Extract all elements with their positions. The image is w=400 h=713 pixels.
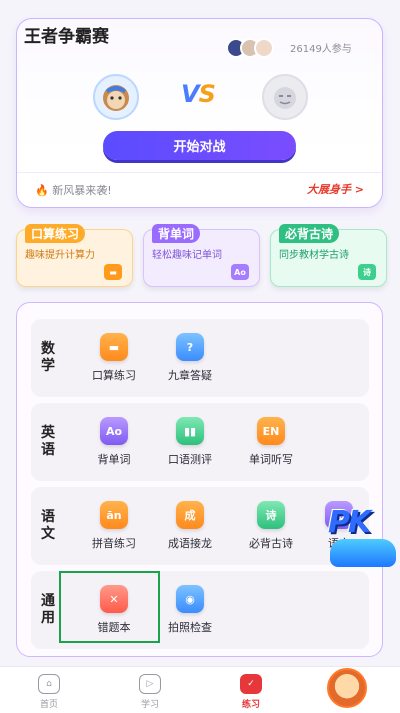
tab-practice[interactable]: ✓ 练习 [221,674,281,710]
ticker: 🔥 新风暴来袭! [35,182,112,198]
vs-s: S [198,80,216,108]
robot-face-icon [274,87,296,109]
subject-row-math: 数学 ▬ 口算练习 ? 九章答疑 [31,319,369,397]
idiom-scroll-icon: 成 [176,501,204,529]
selection-highlight [59,571,160,643]
fire-icon: 🔥 [35,184,49,197]
player-avatar [93,74,139,120]
calc-icon: ▬ [104,264,122,280]
pk-floating-badge[interactable]: PK [326,505,400,573]
question-icon: ? [176,333,204,361]
tool-label: 单词听写 [249,453,293,466]
poem-icon: 诗 [257,501,285,529]
tool-label: 背单词 [97,453,131,466]
feature-card-oral-math[interactable]: 口算练习 趣味提升计算力 ▬ [16,224,133,287]
tool-idiom[interactable]: 成 成语接龙 [155,501,225,551]
subject-label: 通用 [41,593,55,626]
vs-label: VS [181,80,216,108]
tool-pinyin[interactable]: ān 拼音练习 [79,501,149,551]
tab-label: 学习 [140,700,159,710]
play-icon: ▷ [139,674,161,694]
feature-card-vocab[interactable]: 背单词 轻松趣味记单词 Ao [143,224,260,287]
ticker-row[interactable]: 🔥 新风暴来袭! 大展身手 > [17,172,382,204]
participant-count: 26149人参与 [290,44,352,55]
monkey-icon [103,85,129,111]
opponent-avatar [262,74,308,120]
calc-icon: ▬ [100,333,128,361]
subject-label: 数学 [41,341,55,374]
tool-poems[interactable]: 诗 必背古诗 [236,501,306,551]
home-icon: ⌂ [38,674,60,694]
feature-card-poems[interactable]: 必背古诗 同步教材学古诗 诗 [270,224,387,287]
tool-dictation[interactable]: EN 单词听写 [236,417,306,467]
tool-label: 成语接龙 [168,537,212,550]
race-car-icon [330,539,396,567]
book-ao-icon: Ao [231,264,249,280]
tool-photo-check[interactable]: ◉ 拍照检查 [155,585,225,635]
tool-vocab[interactable]: Ao 背单词 [79,417,149,467]
tool-label: 口语测评 [168,453,212,466]
subject-label: 语文 [41,509,55,542]
tool-label: 必背古诗 [249,537,293,550]
tab-home[interactable]: ⌂ 首页 [19,674,79,710]
tool-label: 拼音练习 [92,537,136,550]
tool-qa[interactable]: ? 九章答疑 [155,333,225,383]
feature-title: 必背古诗 [279,224,340,243]
en-card-icon: EN [257,417,285,445]
pk-badge-text: PK [328,505,371,540]
subject-row-chinese: 语文 ān 拼音练习 成 成语接龙 诗 必背古诗 文 语文 [31,487,369,565]
feature-subtitle: 轻松趣味记单词 [152,250,222,261]
tool-label: 口算练习 [92,369,136,382]
tool-label: 九章答疑 [168,369,212,382]
feature-title: 口算练习 [25,224,86,243]
subject-label: 英语 [41,425,55,458]
tool-label: 拍照检查 [168,621,212,634]
poem-icon: 诗 [358,264,376,280]
participant-avatars [226,38,274,58]
pinyin-icon: ān [100,501,128,529]
ticker-text: 新风暴来袭! [52,184,112,197]
tab-label: 首页 [39,700,58,710]
feature-title: 背单词 [152,224,201,243]
vs-v: V [181,80,200,108]
book-ao-icon: Ao [100,417,128,445]
avatar [254,38,274,58]
camera-icon: ◉ [176,585,204,613]
mascot-tab-icon[interactable] [327,668,367,708]
check-icon: ✓ [240,674,262,694]
feature-subtitle: 同步教材学古诗 [279,250,349,261]
tab-study[interactable]: ▷ 学习 [120,674,180,710]
tab-label: 练习 [241,700,260,710]
tool-speaking[interactable]: ▮▮ 口语测评 [155,417,225,467]
feature-subtitle: 趣味提升计算力 [25,250,95,261]
ticker-link[interactable]: 大展身手 > [307,181,364,197]
pk-title: 王者争霸赛 [24,27,109,47]
voice-bars-icon: ▮▮ [176,417,204,445]
subject-row-english: 英语 Ao 背单词 ▮▮ 口语测评 EN 单词听写 [31,403,369,481]
tool-oral-math[interactable]: ▬ 口算练习 [79,333,149,383]
start-battle-button[interactable]: 开始对战 [103,131,296,160]
